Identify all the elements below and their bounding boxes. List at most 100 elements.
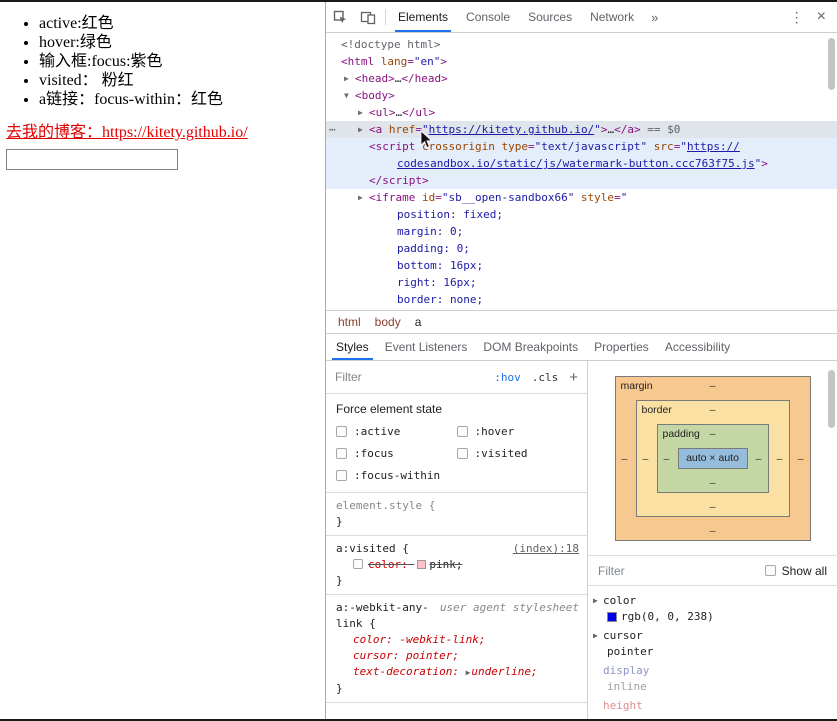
tab-styles[interactable]: Styles — [328, 334, 377, 360]
checkbox-focus[interactable] — [336, 448, 347, 459]
expand-icon[interactable]: ▶ — [358, 121, 369, 138]
row-menu-icon[interactable]: ⋯ — [329, 121, 336, 138]
code-line[interactable]: margin: 0; — [326, 223, 837, 240]
margin-left-value[interactable]: – — [622, 453, 628, 465]
expand-icon[interactable]: ▶ — [358, 189, 369, 206]
code-line[interactable]: ▶ <head>…</head> — [326, 70, 837, 87]
page-text-input[interactable] — [6, 149, 178, 170]
state-active[interactable]: :active — [336, 425, 457, 438]
stylesheet-source-link[interactable]: (index):18 — [513, 541, 579, 557]
code-line[interactable]: right: 16px; — [326, 274, 837, 291]
color-swatch-blue[interactable] — [607, 612, 617, 622]
code-line[interactable]: <html lang="en"> — [326, 53, 837, 70]
screenshot-root: active:红色 hover:绿色 输入框:focus:紫色 visited：… — [0, 0, 837, 721]
crumb-html[interactable]: html — [331, 315, 368, 329]
margin-bottom-value[interactable]: – — [710, 525, 716, 537]
code-line[interactable]: ▶ <iframe id="sb__open-sandbox66" style=" — [326, 189, 837, 206]
expand-icon[interactable]: ▶ — [358, 104, 369, 121]
expand-icon[interactable]: ▶ — [593, 593, 603, 609]
tab-sources[interactable]: Sources — [519, 2, 581, 32]
kebab-menu-icon[interactable]: ⋮ — [781, 9, 813, 26]
code-line[interactable]: ⋯ ▶ <a href="https://kitety.github.io/">…<… — [326, 121, 837, 138]
computed-property-name[interactable]: ▶ cursor — [593, 628, 837, 644]
inspect-element-icon[interactable] — [326, 2, 354, 32]
checkbox-visited[interactable] — [456, 448, 468, 459]
state-hover[interactable]: :hover — [456, 425, 578, 438]
code-line[interactable]: bottom: 16px; — [326, 257, 837, 274]
crumb-body[interactable]: body — [368, 315, 408, 329]
css-property-row[interactable]: color: -webkit-link; — [336, 632, 579, 648]
tab-accessibility[interactable]: Accessibility — [657, 334, 738, 360]
padding-top-value[interactable]: – — [710, 428, 716, 440]
show-all-checkbox[interactable] — [764, 565, 776, 576]
tab-console[interactable]: Console — [457, 2, 519, 32]
code-token: </script> — [369, 174, 429, 187]
more-tabs-icon[interactable]: » — [643, 2, 666, 32]
device-toolbar-icon[interactable] — [354, 2, 382, 32]
collapse-icon[interactable]: ▼ — [344, 87, 355, 104]
border-box[interactable]: border – – – – padding – – – – auto × au… — [635, 400, 790, 517]
border-bottom-value[interactable]: – — [710, 501, 716, 513]
computed-property-name[interactable]: ▶ color — [593, 593, 837, 609]
state-focus[interactable]: :focus — [336, 447, 457, 460]
tab-properties[interactable]: Properties — [586, 334, 657, 360]
tab-elements[interactable]: Elements — [389, 2, 457, 32]
code-line[interactable]: </script> — [326, 172, 837, 189]
state-visited[interactable]: :visited — [456, 447, 578, 460]
padding-left-value[interactable]: – — [664, 453, 670, 465]
code-token: " — [680, 140, 687, 153]
margin-box[interactable]: margin – – – – border – – – – padding – … — [614, 376, 811, 541]
tab-network[interactable]: Network — [581, 2, 643, 32]
border-left-value[interactable]: – — [643, 453, 649, 465]
padding-bottom-value[interactable]: – — [710, 477, 716, 489]
code-line[interactable]: padding: 0; — [326, 240, 837, 257]
computed-property-name[interactable]: display — [593, 663, 837, 679]
computed-scrollbar-thumb[interactable] — [828, 370, 835, 428]
property-enable-checkbox[interactable] — [353, 559, 363, 569]
css-property-row[interactable]: text-decoration: ▶underline; — [336, 664, 579, 681]
tab-dom-breakpoints[interactable]: DOM Breakpoints — [475, 334, 586, 360]
margin-right-value[interactable]: – — [798, 453, 804, 465]
checkbox-active[interactable] — [336, 426, 347, 437]
expand-icon[interactable]: ▶ — [593, 628, 603, 644]
code-line[interactable]: <!doctype html> — [326, 36, 837, 53]
css-property-row[interactable]: color: pink; — [336, 557, 579, 573]
visited-rule[interactable]: a:visited { (index):18 color: pink; } — [326, 536, 587, 595]
content-box[interactable]: auto × auto — [677, 448, 748, 469]
padding-right-value[interactable]: – — [756, 453, 762, 465]
code-line[interactable]: border: none; — [326, 291, 837, 308]
css-property-row[interactable]: cursor: pointer; — [336, 648, 579, 664]
expand-icon[interactable]: ▶ — [344, 70, 355, 87]
code-line[interactable]: codesandbox.io/static/js/watermark-butto… — [326, 155, 837, 172]
margin-top-value[interactable]: – — [710, 380, 716, 392]
toggle-class-button[interactable]: .cls — [532, 371, 559, 384]
user-agent-rule[interactable]: a:-webkit-any-link { user agent styleshe… — [326, 595, 587, 703]
code-line[interactable]: position: fixed; — [326, 206, 837, 223]
styles-filter-input[interactable] — [335, 370, 495, 384]
computed-property-name[interactable]: height — [593, 698, 837, 714]
devtools-toolbar: Elements Console Sources Network » ⋮ × — [326, 2, 837, 33]
crumb-a[interactable]: a — [408, 315, 429, 329]
checkbox-hover[interactable] — [456, 426, 468, 437]
border-top-value[interactable]: – — [710, 404, 716, 416]
code-line[interactable]: ▼ <body> — [326, 87, 837, 104]
border-right-value[interactable]: – — [777, 453, 783, 465]
close-devtools-icon[interactable]: × — [813, 8, 837, 26]
box-model-diagram: margin – – – – border – – – – padding – … — [588, 361, 837, 556]
code-token: type — [494, 140, 528, 153]
blog-link[interactable]: 去我的博客：https://kitety.github.io/ — [6, 123, 248, 142]
new-style-rule-icon[interactable]: + — [569, 369, 578, 386]
padding-box[interactable]: padding – – – – auto × auto — [656, 424, 769, 493]
code-line[interactable]: <script crossorigin type="text/javascrip… — [326, 138, 837, 155]
show-all-toggle[interactable]: Show all — [764, 564, 827, 578]
checkbox-focus-within[interactable] — [336, 470, 347, 481]
state-focus-within[interactable]: :focus-within — [336, 469, 457, 482]
state-label: :hover — [474, 425, 515, 438]
color-swatch-pink[interactable] — [417, 560, 427, 569]
element-style-rule[interactable]: element.style { } — [326, 493, 587, 536]
tab-event-listeners[interactable]: Event Listeners — [377, 334, 476, 360]
code-line[interactable]: ▶ <ul>…</ul> — [326, 104, 837, 121]
toggle-pseudo-state-button[interactable]: :hov — [494, 371, 521, 384]
computed-filter-input[interactable] — [598, 563, 765, 578]
expand-icon[interactable]: ▶ — [466, 668, 471, 677]
